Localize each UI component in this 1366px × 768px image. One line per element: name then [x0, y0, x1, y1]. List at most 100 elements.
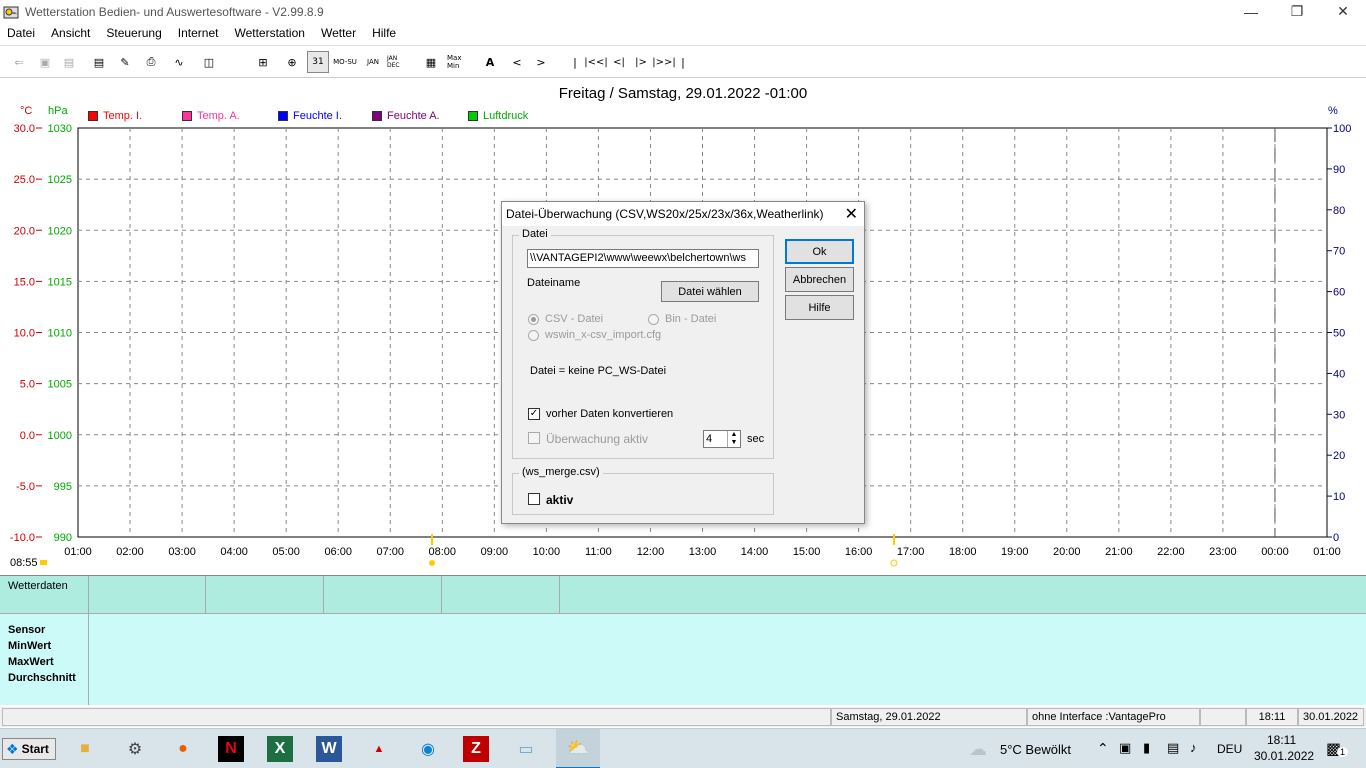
undo-icon[interactable]: ⇐	[8, 51, 30, 73]
tray-battery-icon[interactable]: ▮	[1143, 740, 1150, 756]
max-min-button[interactable]: Max Min	[447, 51, 469, 73]
save-icon[interactable]: ▣	[34, 51, 56, 73]
hpa-tick-label: 1010	[48, 328, 72, 340]
tray-chevron-up-icon[interactable]: ⌃	[1097, 740, 1109, 757]
window-title: Wetterstation Bedien- und Auswertesoftwa…	[25, 4, 324, 19]
font-button[interactable]: A	[479, 51, 501, 73]
clock-time[interactable]: 18:11	[1267, 733, 1296, 747]
zoom-select-icon[interactable]: ⊞	[252, 51, 274, 73]
fdp-app-icon[interactable]: ▲	[364, 734, 394, 764]
fast-back-button[interactable]: |<<|	[584, 51, 608, 73]
minimize-button[interactable]: —	[1228, 0, 1274, 23]
row-label-min: MinWert	[8, 640, 52, 652]
windows-logo-icon: ❖	[6, 740, 19, 757]
hpa-tick-label: 1025	[48, 174, 72, 186]
status-date: Samstag, 29.01.2022	[831, 708, 1027, 726]
title-bar: Wetterstation Bedien- und Auswertesoftwa…	[0, 0, 1366, 23]
csv-radio[interactable]	[528, 314, 539, 325]
next-button[interactable]: >	[530, 51, 552, 73]
x-tick-label: 17:00	[897, 546, 925, 558]
weather-station-app-icon	[3, 6, 19, 18]
tray-network-icon[interactable]: ▤	[1167, 740, 1179, 756]
save-all-icon[interactable]: ▤	[58, 51, 80, 73]
menu-datei[interactable]: Datei	[7, 26, 35, 40]
weather-cloud-icon[interactable]: ☁	[969, 739, 987, 760]
file-info-text: Datei = keine PC_WS-Datei	[530, 365, 667, 377]
stepper-arrows-icon[interactable]: ▲ ▼	[727, 431, 740, 447]
last-button[interactable]: |	[672, 51, 694, 73]
print-icon[interactable]: ⎙	[140, 51, 162, 73]
window-chart-icon[interactable]: ◫	[198, 51, 220, 73]
x-tick-label: 14:00	[741, 546, 769, 558]
tray-volume-icon[interactable]: ♪	[1190, 740, 1197, 755]
menu-hilfe[interactable]: Hilfe	[372, 26, 396, 40]
weather-station-taskbar-icon[interactable]: ⛅	[556, 729, 600, 768]
hpa-tick-label: 1020	[48, 225, 72, 237]
percent-tick-label: 30	[1333, 409, 1345, 421]
percent-tick-label: 40	[1333, 368, 1345, 380]
weather-data-body: Sensor MinWert MaxWert Durchschnitt	[0, 613, 1366, 705]
file-explorer-icon[interactable]: ■	[70, 734, 100, 764]
step-forward-button[interactable]: |>	[630, 51, 652, 73]
x-tick-label: 22:00	[1157, 546, 1185, 558]
line-chart-icon[interactable]: ∿	[168, 51, 190, 73]
excel-icon[interactable]: X	[267, 736, 293, 762]
interval-unit: sec	[747, 433, 765, 445]
interval-stepper[interactable]: 4 ▲ ▼	[703, 430, 741, 448]
year-view-button[interactable]: JAN DEC	[387, 51, 409, 73]
bin-radio-label: Bin - Datei	[665, 313, 717, 325]
choose-file-button[interactable]: Datei wählen	[661, 281, 759, 302]
menu-wetter[interactable]: Wetter	[321, 26, 356, 40]
weather-widget[interactable]: 5°C Bewölkt	[1000, 742, 1071, 757]
word-icon[interactable]: W	[316, 736, 342, 762]
x-tick-label: 00:00	[1261, 546, 1289, 558]
toolbar: ⇐ ▣ ▤ ▤ ✎ ⎙ ∿ ◫ ⊞ ⊕ 31 MO-SU JAN JAN DEC…	[0, 45, 1366, 78]
firefox-icon[interactable]: ●	[168, 734, 198, 764]
graph-view-icon[interactable]: ▤	[88, 51, 110, 73]
day-view-button[interactable]: 31	[307, 51, 329, 73]
clock-date[interactable]: 30.01.2022	[1254, 749, 1314, 763]
convert-checkbox[interactable]: ✓	[528, 408, 540, 420]
settings-app-icon[interactable]: ⚙	[120, 734, 150, 764]
close-window-button[interactable]: ✕	[1320, 0, 1366, 23]
tray-security-icon[interactable]: ▣	[1119, 740, 1131, 756]
menu-steuerung[interactable]: Steuerung	[106, 26, 161, 40]
dateiname-label: Dateiname	[527, 277, 581, 289]
edge-icon[interactable]: ◉	[413, 734, 443, 764]
cfg-radio[interactable]	[528, 330, 539, 341]
percent-tick-label: 70	[1333, 246, 1345, 258]
notification-count: 1	[1337, 747, 1349, 757]
percent-unit-label: %	[1328, 105, 1338, 117]
first-button[interactable]: |	[564, 51, 586, 73]
start-button[interactable]: ❖ Start	[2, 738, 56, 760]
cancel-button[interactable]: Abbrechen	[785, 267, 854, 292]
month-view-button[interactable]: JAN	[362, 51, 384, 73]
menu-ansicht[interactable]: Ansicht	[51, 26, 90, 40]
monitor-checkbox-label: Überwachung aktiv	[546, 432, 649, 446]
file-path-input[interactable]: \\VANTAGEPI2\www\weewx\belchertown\ws	[527, 249, 759, 268]
menu-wetterstation[interactable]: Wetterstation	[234, 26, 304, 40]
dialog-close-icon[interactable]: ✕	[845, 204, 858, 224]
ok-button[interactable]: Ok	[785, 239, 854, 264]
column-divider	[441, 576, 442, 613]
filezilla-icon[interactable]: Z	[463, 736, 489, 762]
language-indicator[interactable]: DEU	[1217, 742, 1242, 756]
prev-button[interactable]: <	[506, 51, 528, 73]
merge-aktiv-checkbox[interactable]	[528, 493, 540, 505]
notes-app-icon[interactable]: ▭	[511, 734, 541, 764]
x-tick-label: 01:00	[64, 546, 92, 558]
hpa-tick-label: 1005	[48, 379, 72, 391]
edit-data-icon[interactable]: ✎	[114, 51, 136, 73]
week-view-button[interactable]: MO-SU	[332, 51, 358, 73]
hpa-tick-label: 1000	[48, 430, 72, 442]
table-view-icon[interactable]: ▦	[420, 51, 442, 73]
monitor-checkbox[interactable]	[528, 432, 540, 444]
restore-button[interactable]: ❐	[1274, 0, 1320, 23]
netflix-icon[interactable]: N	[218, 736, 244, 762]
menu-internet[interactable]: Internet	[178, 26, 219, 40]
target-icon[interactable]: ⊕	[281, 51, 303, 73]
help-button[interactable]: Hilfe	[785, 295, 854, 320]
bin-radio[interactable]	[648, 314, 659, 325]
step-back-button[interactable]: <|	[608, 51, 630, 73]
x-tick-label: 04:00	[220, 546, 248, 558]
